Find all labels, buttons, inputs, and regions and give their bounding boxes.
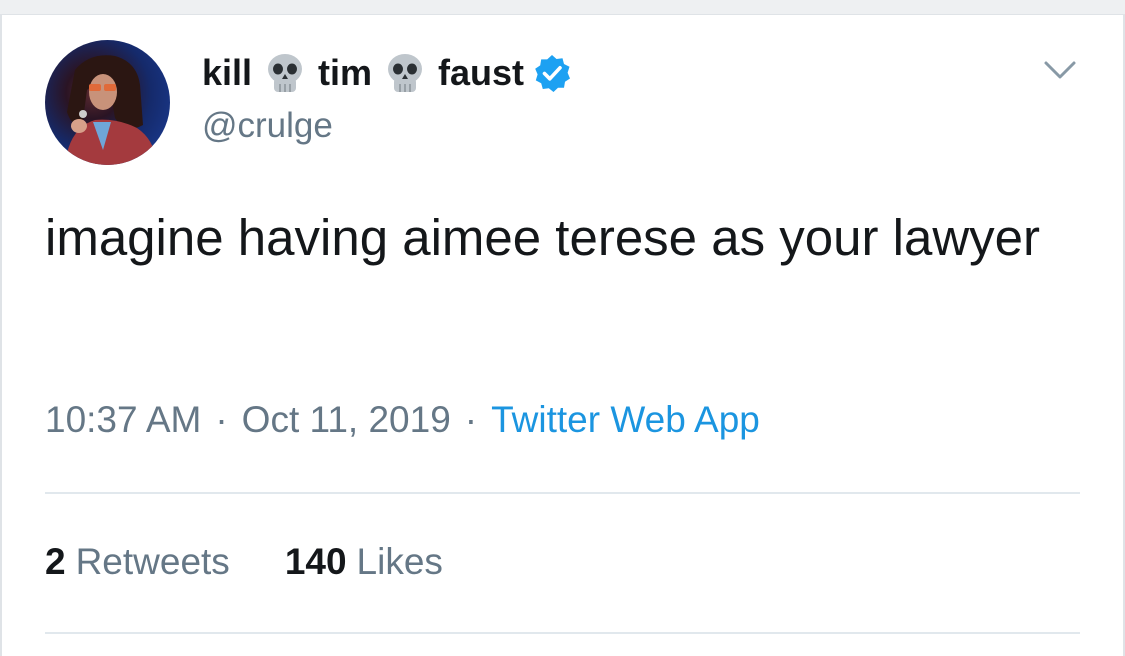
- author-name-part: tim: [318, 52, 373, 93]
- retweets-count: 2: [45, 541, 66, 582]
- chevron-down-icon[interactable]: [1040, 50, 1080, 90]
- retweets-stat[interactable]: 2 Retweets: [45, 541, 230, 583]
- author-handle[interactable]: @crulge: [202, 106, 333, 146]
- divider: [45, 632, 1080, 634]
- tweet-text: imagine having aimee terese as your lawy…: [45, 209, 1040, 266]
- divider: [45, 492, 1080, 494]
- avatar[interactable]: [45, 40, 170, 165]
- tweet-date[interactable]: Oct 11, 2019: [242, 399, 451, 441]
- verified-badge-icon: [532, 53, 572, 93]
- author-name[interactable]: kill tim faust: [202, 48, 572, 98]
- tweet-time[interactable]: 10:37 AM: [45, 399, 201, 441]
- skull-icon: [382, 50, 428, 96]
- skull-icon: [262, 50, 308, 96]
- likes-count: 140: [284, 541, 347, 582]
- tweet-stats: 2 Retweets 140 Likes: [45, 541, 443, 583]
- meta-separator: ·: [464, 399, 478, 440]
- meta-separator: ·: [215, 399, 228, 440]
- author-name-part: faust: [438, 52, 525, 93]
- retweets-label: Retweets: [75, 541, 230, 582]
- author-name-part: kill: [202, 52, 253, 93]
- tweet-meta: 10:37 AM · Oct 11, 2019 · Twitter Web Ap…: [45, 399, 760, 441]
- top-border: [0, 0, 1125, 15]
- likes-label: Likes: [356, 541, 443, 582]
- likes-stat[interactable]: 140 Likes: [285, 541, 443, 583]
- tweet-source-link[interactable]: Twitter Web App: [491, 399, 760, 441]
- left-border: [0, 14, 2, 656]
